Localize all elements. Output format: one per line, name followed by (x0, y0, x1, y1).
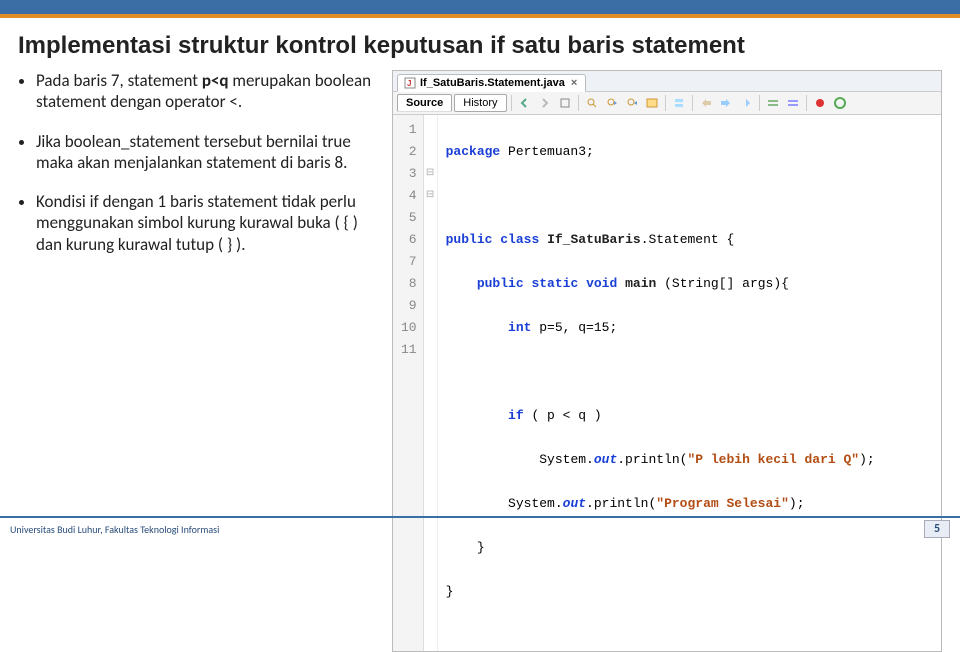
code-line: int p=5, q=15; (446, 317, 875, 339)
toolbar-separator (511, 95, 512, 111)
toolbar-separator (665, 95, 666, 111)
nav-fwd-icon[interactable] (536, 94, 554, 112)
code-area: 1 2 3 4 5 6 7 8 9 10 11 ⊟ ⊟ package Pert… (393, 115, 941, 651)
code-line: System.out.println("P lebih kecil dari Q… (446, 449, 875, 471)
fold-gutter: ⊟ ⊟ (424, 115, 438, 651)
nav-up-icon[interactable] (556, 94, 574, 112)
line-number: 9 (401, 295, 417, 317)
java-file-icon: J (404, 77, 416, 89)
line-number: 11 (401, 339, 417, 361)
bullet-list: Pada baris 7, statement p<q merupakan bo… (18, 70, 378, 652)
svg-text:J: J (407, 79, 411, 88)
code-line: } (446, 581, 875, 603)
line-number: 10 (401, 317, 417, 339)
tab-history[interactable]: History (454, 94, 506, 112)
list-item: Jika boolean_statement tersebut bernilai… (36, 131, 378, 174)
top-bar (0, 0, 960, 14)
shift-right-icon[interactable] (717, 94, 735, 112)
file-tab[interactable]: J If_SatuBaris.Statement.java × (397, 74, 586, 92)
code-line: public class If_SatuBaris.Statement { (446, 229, 875, 251)
code-body[interactable]: package Pertemuan3; public class If_Satu… (438, 115, 883, 651)
bullet-bold: p<q (202, 70, 229, 91)
format-icon[interactable] (737, 94, 755, 112)
find-icon[interactable] (583, 94, 601, 112)
list-item: Kondisi if dengan 1 baris statement tida… (36, 191, 378, 255)
line-number: 8 (401, 273, 417, 295)
nav-back-icon[interactable] (516, 94, 534, 112)
line-gutter: 1 2 3 4 5 6 7 8 9 10 11 (393, 115, 424, 651)
code-line: if ( p < q ) (446, 405, 875, 427)
tab-source[interactable]: Source (397, 94, 452, 112)
content-row: Pada baris 7, statement p<q merupakan bo… (0, 70, 960, 652)
toggle-highlight-icon[interactable] (643, 94, 661, 112)
line-number: 1 (401, 119, 417, 141)
page-number: 5 (924, 520, 950, 538)
line-number: 6 (401, 229, 417, 251)
code-line: } (446, 537, 875, 559)
line-number: 4 (401, 185, 417, 207)
toolbar-separator (759, 95, 760, 111)
toolbar-separator (806, 95, 807, 111)
slide-title: Implementasi struktur kontrol keputusan … (0, 18, 960, 70)
footer-org: Universitas Budi Luhur, Fakultas Teknolo… (10, 523, 219, 536)
ide-window: J If_SatuBaris.Statement.java × Source H… (392, 70, 942, 652)
fold-toggle-icon[interactable]: ⊟ (424, 163, 437, 185)
code-line: package Pertemuan3; (446, 141, 875, 163)
line-number: 3 (401, 163, 417, 185)
record-macro-icon[interactable] (811, 94, 829, 112)
file-tab-label: If_SatuBaris.Statement.java (420, 77, 565, 89)
fold-toggle-icon[interactable]: ⊟ (424, 185, 437, 207)
line-number: 2 (401, 141, 417, 163)
uncomment-icon[interactable] (764, 94, 782, 112)
code-line (446, 361, 875, 383)
shift-left-icon[interactable] (697, 94, 715, 112)
toolbar-separator (692, 95, 693, 111)
bullet-text: Jika boolean_statement tersebut bernilai… (36, 131, 351, 173)
find-next-icon[interactable] (623, 94, 641, 112)
slide-footer: Universitas Budi Luhur, Fakultas Teknolo… (0, 516, 960, 540)
bullet-text: Kondisi if dengan 1 baris statement tida… (36, 191, 358, 255)
find-prev-icon[interactable] (603, 94, 621, 112)
code-line (446, 185, 875, 207)
comment-icon[interactable] (784, 94, 802, 112)
code-line: public static void main (String[] args){ (446, 273, 875, 295)
code-line: System.out.println("Program Selesai"); (446, 493, 875, 515)
ide-toolbar: Source History (393, 92, 941, 115)
file-tab-bar: J If_SatuBaris.Statement.java × (393, 71, 941, 92)
line-number: 7 (401, 251, 417, 273)
bullet-text: Pada baris 7, statement (36, 70, 202, 91)
close-icon[interactable]: × (569, 77, 579, 89)
insert-icon[interactable] (670, 94, 688, 112)
line-number: 5 (401, 207, 417, 229)
list-item: Pada baris 7, statement p<q merupakan bo… (36, 70, 378, 113)
toolbar-separator (578, 95, 579, 111)
play-macro-icon[interactable] (831, 94, 849, 112)
